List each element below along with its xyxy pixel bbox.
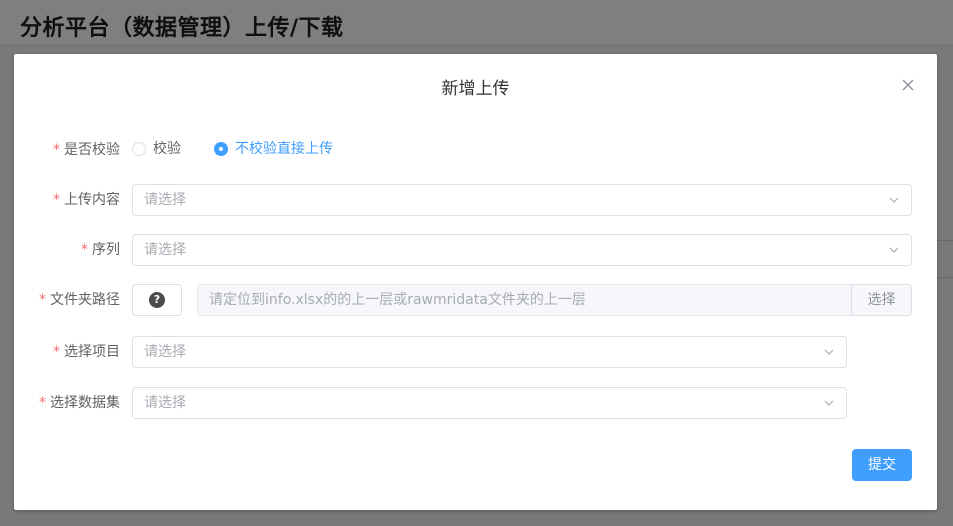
form-row-upload-content: * 上传内容 请选择 (14, 184, 937, 216)
upload-content-label-text: 上传内容 (64, 192, 120, 208)
dataset-label-text: 选择数据集 (50, 395, 120, 411)
dialog-title: 新增上传 (441, 79, 510, 99)
folder-path-input[interactable] (198, 285, 839, 315)
dataset-select[interactable]: 请选择 (132, 387, 847, 419)
chevron-down-icon (824, 400, 834, 406)
required-mark: * (53, 192, 60, 208)
upload-content-label: * 上传内容 (14, 184, 120, 216)
radio-verify-label: 校验 (153, 141, 181, 157)
question-icon: ? (149, 292, 165, 308)
dataset-placeholder: 请选择 (144, 395, 186, 411)
upload-dialog: 新增上传 * 是否校验 校验 不校验直接上传 * 上传内容 请选择 * 序列 请选择 (14, 54, 937, 510)
required-mark: * (39, 292, 46, 308)
chevron-down-icon (889, 197, 899, 203)
form-row-folder-path: *文件夹路径 ? 选择 (14, 284, 937, 316)
upload-content-placeholder: 请选择 (144, 192, 186, 208)
required-mark: * (81, 242, 88, 258)
project-label-text: 选择项目 (64, 344, 120, 360)
required-mark: * (39, 395, 46, 411)
project-label: * 选择项目 (14, 336, 120, 368)
required-mark: * (53, 344, 60, 360)
form-row-verify: * 是否校验 校验 不校验直接上传 (14, 134, 937, 166)
upload-content-select[interactable]: 请选择 (132, 184, 912, 216)
sequence-label-text: 序列 (92, 242, 120, 258)
form-row-sequence: * 序列 请选择 (14, 234, 937, 266)
dataset-label: * 选择数据集 (14, 387, 120, 419)
required-mark: * (53, 142, 60, 158)
choose-folder-button[interactable]: 选择 (851, 284, 912, 316)
form-row-project: * 选择项目 请选择 (14, 336, 937, 368)
verify-label-text: 是否校验 (64, 142, 120, 158)
radio-circle-icon (132, 142, 146, 156)
radio-no-verify-label: 不校验直接上传 (235, 141, 333, 157)
sequence-placeholder: 请选择 (144, 242, 186, 258)
close-button[interactable] (897, 74, 919, 96)
folder-path-label: * 文件夹路径 (14, 284, 120, 316)
folder-path-input-wrapper (197, 284, 851, 316)
project-placeholder: 请选择 (144, 344, 186, 360)
verify-label: * 是否校验 (14, 134, 120, 166)
radio-checked-icon (214, 142, 228, 156)
close-icon (902, 79, 914, 91)
folder-path-label-text: 文件夹路径 (50, 292, 120, 308)
chevron-down-icon (824, 349, 834, 355)
project-select[interactable]: 请选择 (132, 336, 847, 368)
help-button[interactable]: ? (132, 284, 182, 316)
sequence-label: * 序列 (14, 234, 120, 266)
form-row-dataset: * 选择数据集 请选择 (14, 387, 937, 419)
chevron-down-icon (889, 247, 899, 253)
submit-button[interactable]: 提交 (852, 449, 912, 481)
sequence-select[interactable]: 请选择 (132, 234, 912, 266)
